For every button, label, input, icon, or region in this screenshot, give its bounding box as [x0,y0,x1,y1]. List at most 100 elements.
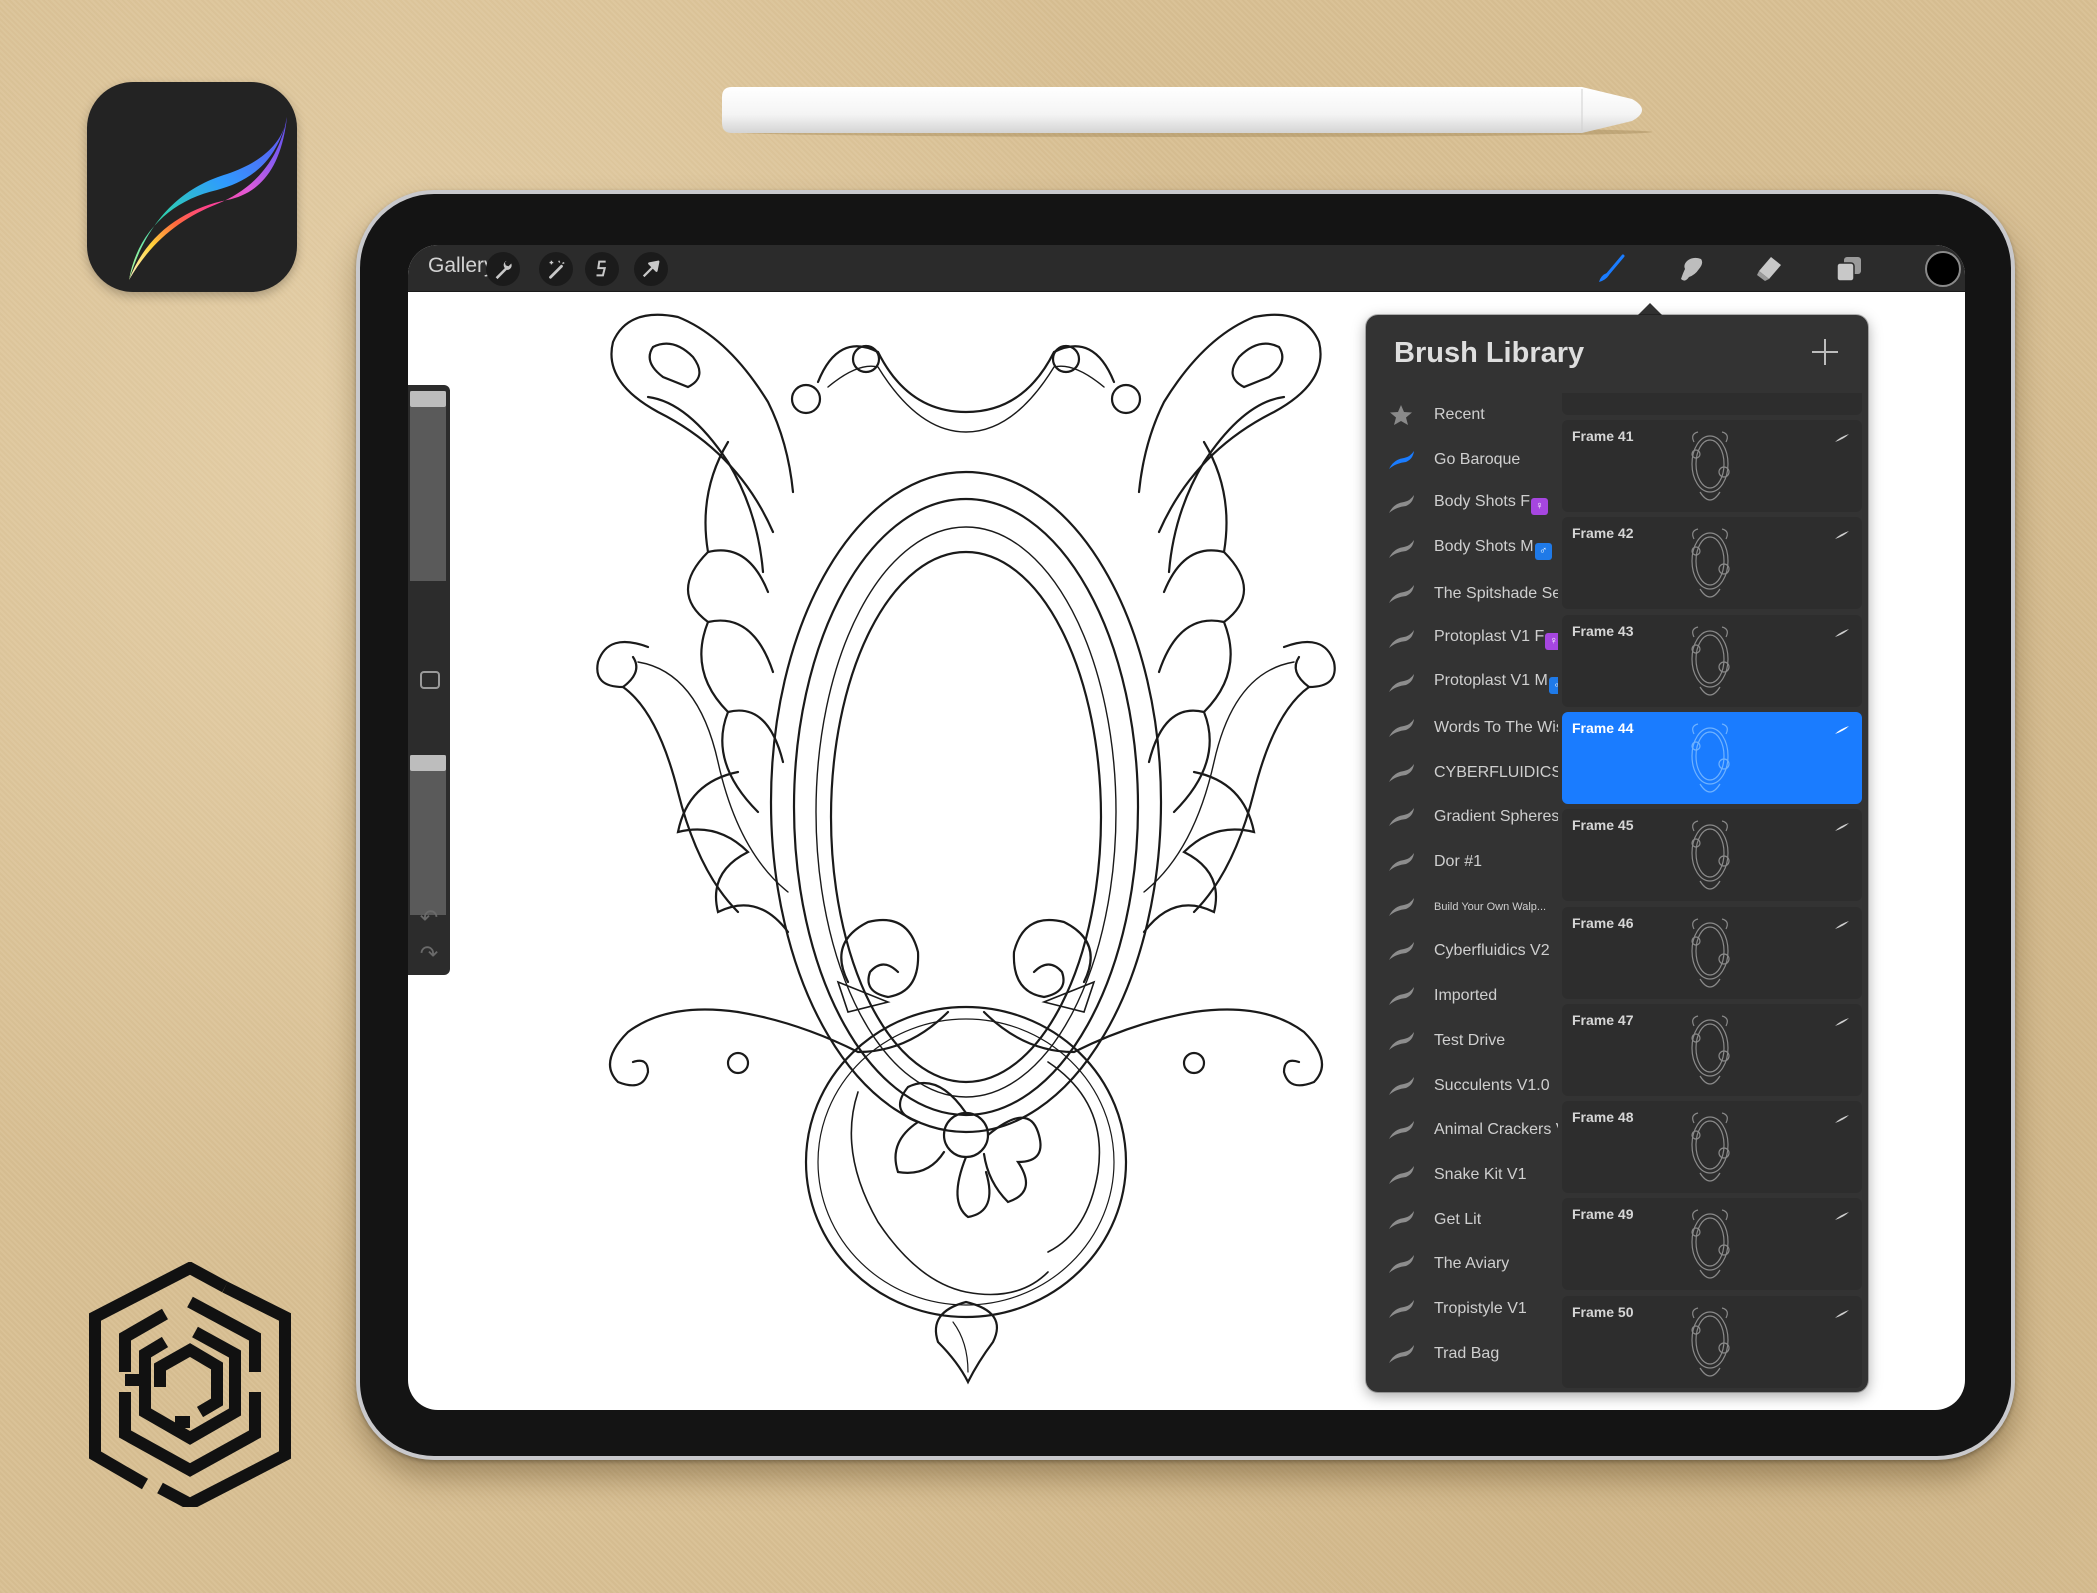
brush-set-item[interactable]: The Aviary [1366,1242,1560,1286]
brush-name: Frame 48 [1572,1109,1634,1126]
color-picker-button[interactable] [1925,251,1961,287]
brush-set-item[interactable]: Body Shots F ♀ [1366,482,1560,526]
opacity-slider[interactable] [410,755,446,915]
undo-icon[interactable]: ↶ [416,905,442,931]
eraser-tool-button[interactable] [1751,251,1787,287]
procreate-app-icon [87,82,297,292]
brush-set-item[interactable]: Test Drive [1366,1019,1560,1063]
brush-stroke-preview-icon [1834,1306,1850,1318]
brush-name: Frame 43 [1572,622,1634,639]
brush-tile[interactable]: Frame 42 [1562,517,1862,610]
brush-size-thumb[interactable] [410,391,446,407]
brush-set-list[interactable]: Recent Go Baroque Body Shots F ♀ Body Shots … [1366,393,1560,1392]
brush-set-label: Cyberfluidics V2 [1434,942,1550,960]
redo-icon[interactable]: ↷ [416,941,442,967]
brush-library-panel: Brush Library Recent Go Baroque Body Shots… [1366,315,1868,1392]
layers-tool-button[interactable] [1831,251,1867,287]
brush-stroke-icon [1386,1030,1416,1052]
male-badge-icon: ♂ [1548,677,1558,695]
brush-set-label: Test Drive [1434,1031,1506,1049]
brush-set-item[interactable]: Imported [1366,974,1560,1018]
brush-stroke-icon [1386,762,1416,784]
brush-set-item[interactable]: Recent [1366,393,1560,437]
brush-set-item[interactable]: Words To The Wise [1366,706,1560,750]
brush-set-label: CYBERFLUIDICS II [1434,763,1558,781]
brush-set-item[interactable]: Get Lit [1366,1198,1560,1242]
actions-button[interactable] [486,252,520,286]
brush-set-item[interactable]: Protoplast V1 F ♀ [1366,617,1560,661]
brush-set-item[interactable]: Succulents V1.0 [1366,1064,1560,1108]
wrench-icon [495,260,512,280]
brush-set-item[interactable]: Animal Crackers V1 [1366,1108,1560,1152]
brush-stroke-icon [1386,717,1416,739]
frame-mid-ring [792,497,1140,1117]
brush-set-item[interactable]: Gradient Spheres [1366,795,1560,839]
smudge-tool-button[interactable] [1673,251,1709,287]
brush-name: Frame 42 [1572,525,1634,542]
brush-stroke-icon [1386,583,1416,605]
brush-name: Frame 41 [1572,428,1634,444]
layers-icon [1836,257,1861,282]
brush-tile[interactable]: Frame 41 [1562,420,1862,512]
brush-tile[interactable]: Frame 49 [1562,1198,1862,1291]
adjustments-button[interactable] [539,252,573,286]
brush-tile[interactable]: Frame 50 [1562,1295,1862,1388]
brush-name: Frame 49 [1572,1206,1634,1223]
brush-set-item[interactable]: Dor #1 [1366,840,1560,884]
brush-tile-partial[interactable] [1562,393,1862,415]
selection-button[interactable] [585,252,619,286]
brush-stroke-icon [1386,1119,1416,1141]
brush-name: Frame 47 [1572,1011,1634,1028]
brush-set-label: Build Your Own Walp... [1434,900,1547,913]
left-top-scroll [610,313,795,534]
brush-set-item[interactable]: CYBERFLUIDICS II [1366,751,1560,795]
brush-stroke-icon [1386,493,1416,515]
frame-stamp-preview-icon [1680,1008,1740,1094]
transform-button[interactable] [634,252,668,286]
brush-set-label: Protoplast V1 F ♀ [1434,628,1558,650]
top-toolbar: Gallery [408,245,1965,292]
brush-set-item[interactable]: Protoplast V1 M ♂ [1366,661,1560,705]
frame-stamp-preview-icon [1680,716,1740,802]
brush-tile[interactable]: Frame 47 [1562,1003,1862,1096]
brush-set-item[interactable]: Go Baroque [1366,438,1560,482]
brush-set-item[interactable]: The Spitshade Set [1366,572,1560,616]
gallery-button[interactable]: Gallery [428,254,495,278]
brush-stroke-preview-icon [1834,1111,1850,1124]
frame-stamp-preview-icon [1680,424,1740,510]
brush-tile[interactable]: Frame 46 [1562,906,1862,999]
male-badge-icon: ♂ [1534,543,1552,561]
brush-set-item[interactable]: Body Shots M ♂ [1366,527,1560,571]
brush-name: Frame 46 [1572,914,1634,931]
brush-stroke-preview-icon [1834,1014,1850,1026]
brush-set-item[interactable]: Build Your Own Walp... [1366,885,1560,929]
frame-stamp-preview-icon [1680,1105,1740,1191]
frame-stamp-preview-icon [1680,813,1740,899]
plus-icon[interactable] [1810,337,1840,367]
right-acanthus [1172,440,1246,814]
brush-set-item[interactable]: Tropistyle V1 [1366,1287,1560,1331]
brush-list[interactable]: Frame 41 Frame 42 Frame 43 Frame 44 Frame 45… [1562,393,1864,1392]
brush-stroke-icon [1386,985,1416,1007]
brush-tool-button[interactable] [1593,251,1629,287]
brush-tile[interactable]: Frame 44 [1562,711,1862,804]
brush-set-item[interactable]: Snake Kit V1 [1366,1153,1560,1197]
brush-set-label: Snake Kit V1 [1434,1165,1527,1183]
opacity-thumb[interactable] [410,755,446,771]
frame-mirror-opening [829,550,1103,1084]
brush-tile[interactable]: Frame 45 [1562,809,1862,902]
brush-set-label: Words To The Wise [1434,718,1558,736]
brush-size-slider[interactable] [410,391,446,581]
brush-set-item[interactable]: Trad Bag [1366,1332,1560,1376]
square-modify-icon[interactable] [420,671,440,689]
brush-tile[interactable]: Frame 43 [1562,614,1862,707]
brush-stroke-icon [1386,940,1416,962]
hexagon-maze-logo-icon [85,1261,295,1511]
brush-stroke-preview-icon [1834,819,1850,832]
brush-set-item[interactable]: Cyberfluidics V2 [1366,929,1560,973]
brush-set-label: Protoplast V1 M ♂ [1434,672,1558,695]
brush-tile[interactable]: Frame 48 [1562,1101,1862,1194]
frame-stamp-preview-icon [1680,911,1740,997]
brush-stroke-icon [1386,851,1416,873]
frame-inner-ring [815,526,1117,1098]
